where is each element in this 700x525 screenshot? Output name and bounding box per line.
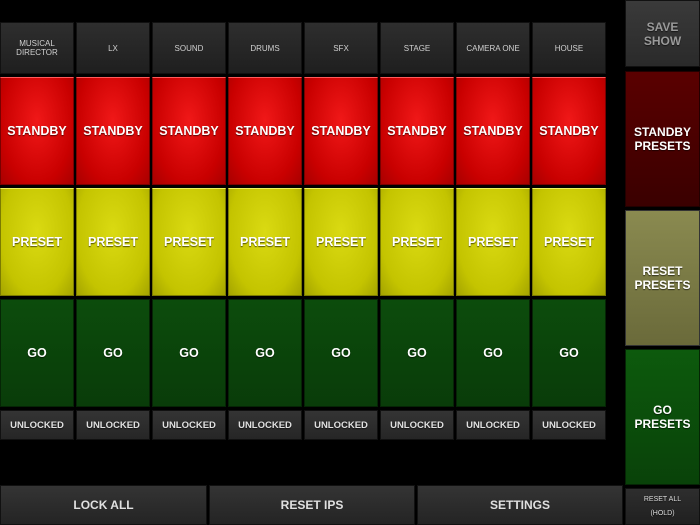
preset-button[interactable]: PRESET: [532, 188, 606, 296]
lock-toggle-button[interactable]: UNLOCKED: [380, 410, 454, 440]
lock-toggle-button[interactable]: UNLOCKED: [152, 410, 226, 440]
preset-button[interactable]: PRESET: [228, 188, 302, 296]
reset-ips-button[interactable]: RESET IPS: [209, 485, 415, 525]
reset-all-button[interactable]: RESET ALL (HOLD): [625, 488, 700, 525]
department-header: CAMERA ONE: [456, 22, 530, 74]
go-button[interactable]: GO: [304, 299, 378, 407]
lock-toggle-button[interactable]: UNLOCKED: [456, 410, 530, 440]
lock-toggle-button[interactable]: UNLOCKED: [76, 410, 150, 440]
department-header: SFX: [304, 22, 378, 74]
go-button[interactable]: GO: [380, 299, 454, 407]
standby-button[interactable]: STANDBY: [0, 77, 74, 185]
standby-presets-button[interactable]: STANDBY PRESETS: [625, 71, 700, 207]
department-header: HOUSE: [532, 22, 606, 74]
go-button[interactable]: GO: [456, 299, 530, 407]
sidebar: SAVE SHOW STANDBY PRESETS RESET PRESETS …: [625, 0, 700, 525]
standby-button[interactable]: STANDBY: [228, 77, 302, 185]
standby-button[interactable]: STANDBY: [380, 77, 454, 185]
standby-button[interactable]: STANDBY: [304, 77, 378, 185]
preset-button[interactable]: PRESET: [380, 188, 454, 296]
lock-toggle-button[interactable]: UNLOCKED: [0, 410, 74, 440]
preset-button[interactable]: PRESET: [152, 188, 226, 296]
preset-button[interactable]: PRESET: [304, 188, 378, 296]
department-header: STAGE: [380, 22, 454, 74]
save-show-button[interactable]: SAVE SHOW: [625, 0, 700, 67]
standby-button[interactable]: STANDBY: [152, 77, 226, 185]
preset-button[interactable]: PRESET: [456, 188, 530, 296]
go-button[interactable]: GO: [0, 299, 74, 407]
standby-button[interactable]: STANDBY: [532, 77, 606, 185]
lock-toggle-button[interactable]: UNLOCKED: [228, 410, 302, 440]
cue-grid: MUSICAL DIRECTOR STANDBY PRESET GO UNLOCKED L…: [0, 0, 608, 442]
go-button[interactable]: GO: [152, 299, 226, 407]
lock-toggle-button[interactable]: UNLOCKED: [532, 410, 606, 440]
reset-presets-button[interactable]: RESET PRESETS: [625, 210, 700, 346]
settings-button[interactable]: SETTINGS: [417, 485, 623, 525]
department-header: MUSICAL DIRECTOR: [0, 22, 74, 74]
bottom-bar: LOCK ALL RESET IPS SETTINGS: [0, 485, 625, 525]
department-header: LX: [76, 22, 150, 74]
go-button[interactable]: GO: [228, 299, 302, 407]
go-button[interactable]: GO: [76, 299, 150, 407]
preset-button[interactable]: PRESET: [76, 188, 150, 296]
lock-toggle-button[interactable]: UNLOCKED: [304, 410, 378, 440]
department-header: SOUND: [152, 22, 226, 74]
go-button[interactable]: GO: [532, 299, 606, 407]
preset-button[interactable]: PRESET: [0, 188, 74, 296]
go-presets-button[interactable]: GO PRESETS: [625, 349, 700, 485]
standby-button[interactable]: STANDBY: [76, 77, 150, 185]
lock-all-button[interactable]: LOCK ALL: [0, 485, 207, 525]
department-header: DRUMS: [228, 22, 302, 74]
standby-button[interactable]: STANDBY: [456, 77, 530, 185]
